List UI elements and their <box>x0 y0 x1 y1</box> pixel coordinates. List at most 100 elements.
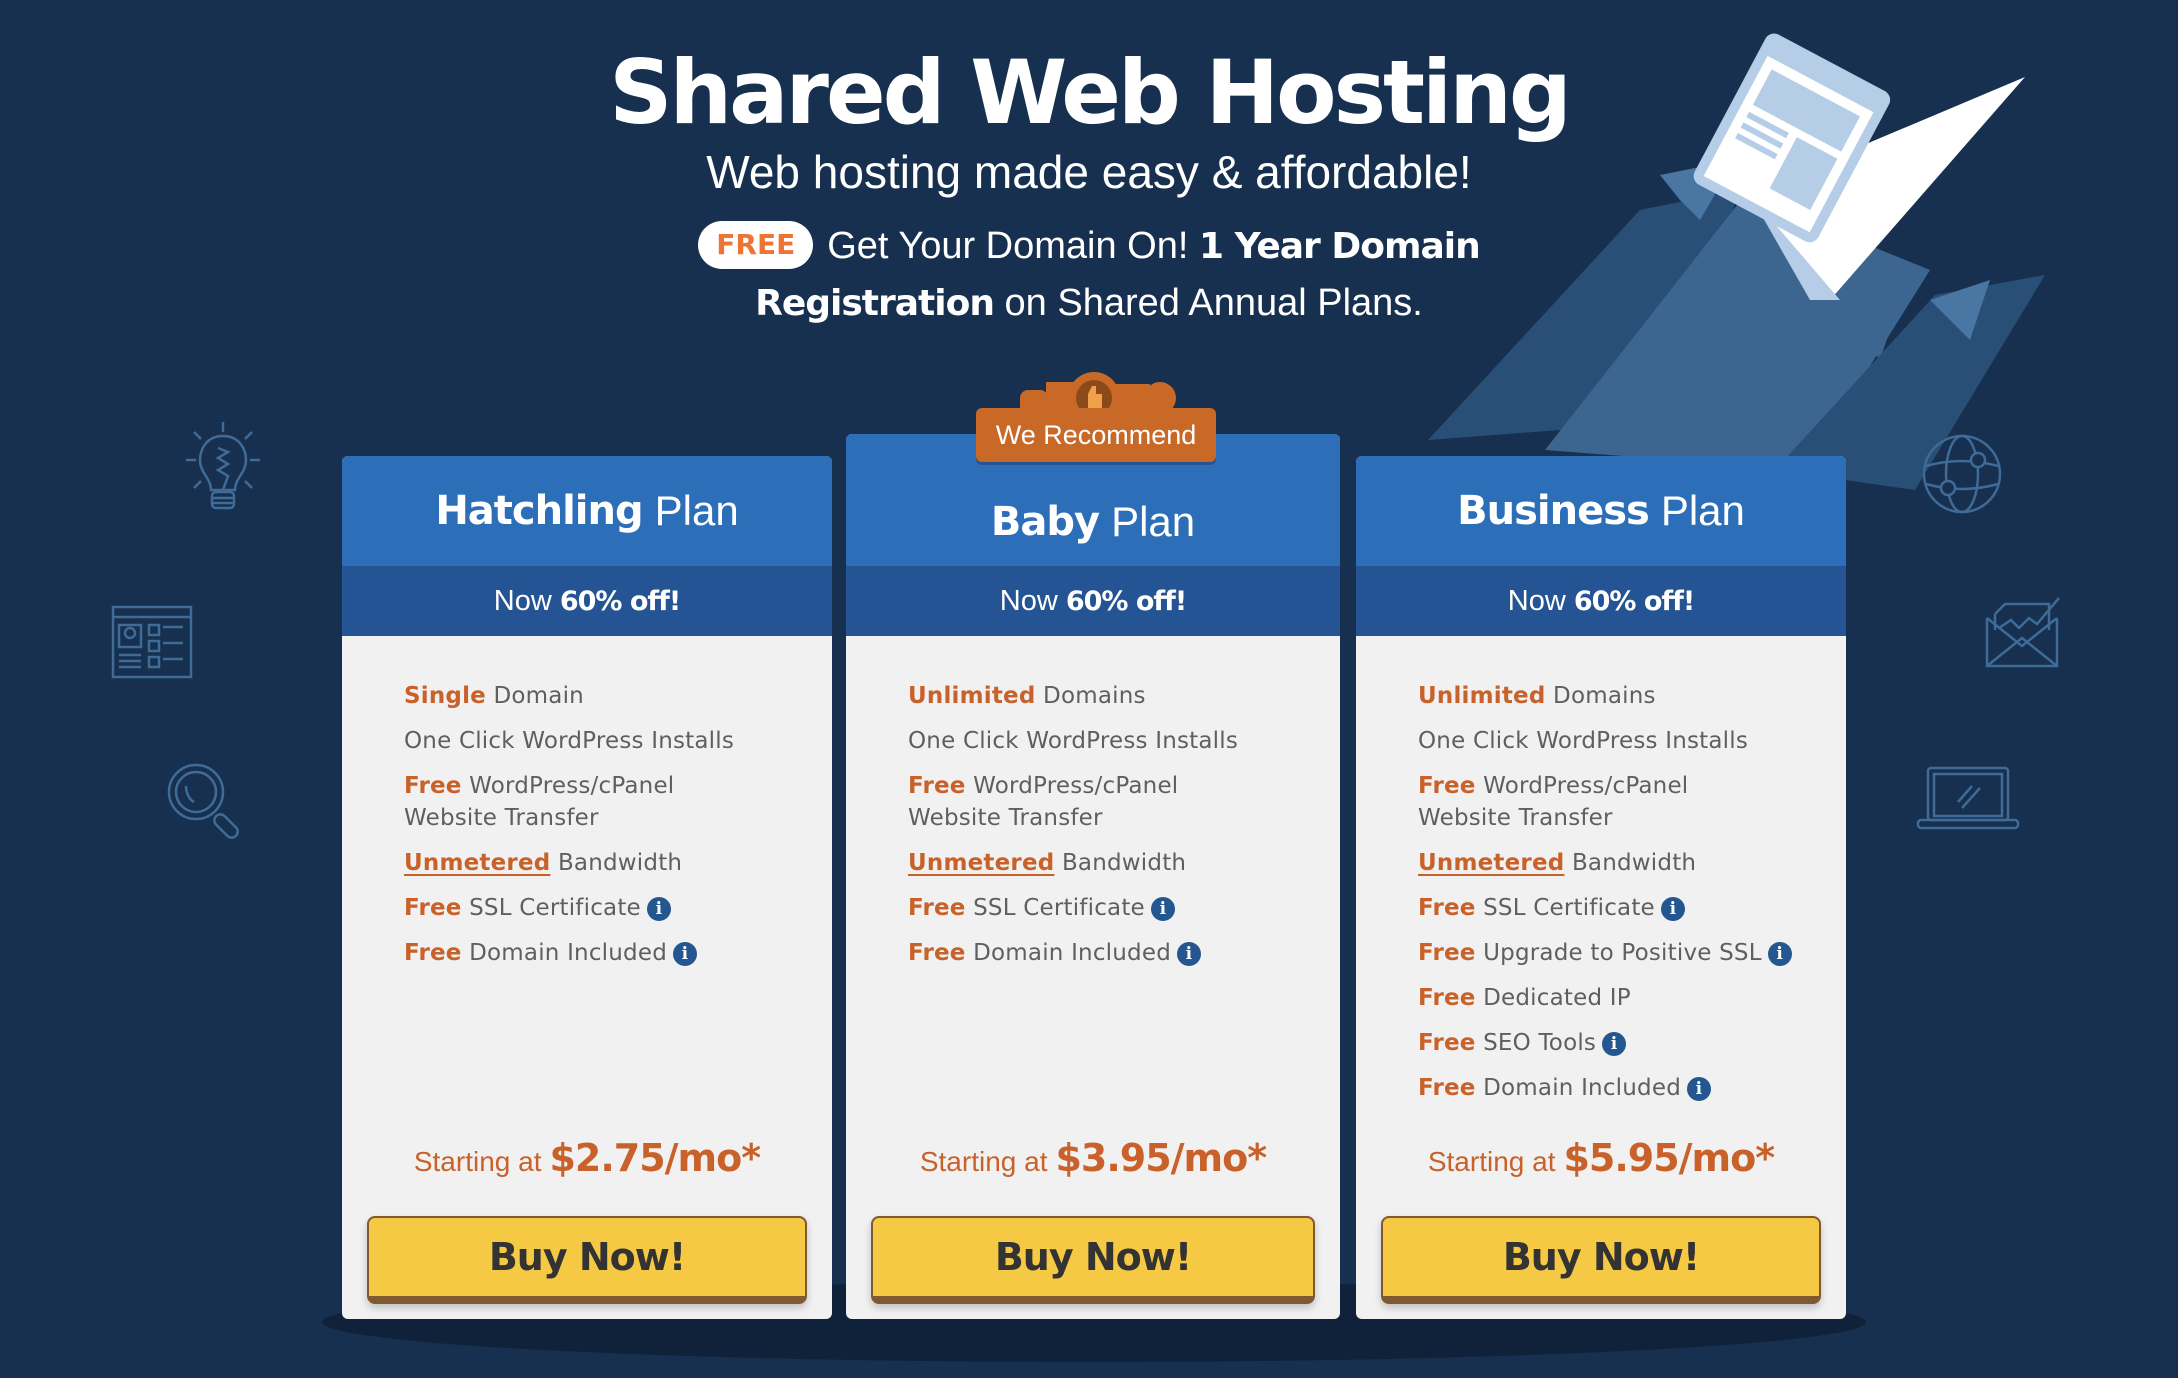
feature-item: Unlimited Domains <box>908 680 1320 712</box>
plan-name-bold: Hatchling <box>435 488 643 534</box>
feature-item: One Click WordPress Installs <box>1418 725 1826 757</box>
feature-text: Domains <box>1553 683 1656 709</box>
laptop-icon <box>1916 766 2020 830</box>
feature-item: Free Domain Included i <box>404 937 812 969</box>
buy-now-button-baby[interactable]: Buy Now! <box>871 1216 1315 1304</box>
globe-icon <box>1922 434 2002 514</box>
info-icon[interactable]: i <box>1177 941 1201 966</box>
envelope-chart-icon <box>1985 597 2060 668</box>
feature-highlight: Free <box>908 940 966 966</box>
feature-item: Free SEO Tools i <box>1418 1027 1826 1059</box>
feature-highlight: Free <box>1418 985 1476 1011</box>
feature-highlight: Free <box>404 895 462 921</box>
feature-text: Domain Included <box>469 940 667 966</box>
discount-value: 60% off! <box>559 586 681 617</box>
feature-text: Bandwidth <box>1061 850 1187 876</box>
feature-highlight: Free <box>1418 940 1476 966</box>
feature-text: Dedicated IP <box>1483 985 1631 1011</box>
feature-item: Unmetered Bandwidth <box>404 847 812 879</box>
price-prefix: Starting at <box>413 1146 542 1177</box>
discount-value: 60% off! <box>1065 586 1187 617</box>
info-icon[interactable]: i <box>1150 896 1175 921</box>
feature-item: Free SSL Certificate i <box>1418 892 1826 924</box>
feature-item: Free Dedicated IP <box>1418 982 1826 1014</box>
plan-name-bold: Baby <box>990 499 1100 545</box>
price-prefix: Starting at <box>1427 1146 1556 1177</box>
feature-highlight: Unlimited <box>908 683 1036 709</box>
plan-header: Business Plan <box>1356 456 1846 566</box>
info-icon[interactable]: i <box>1660 896 1685 921</box>
feature-item: Unlimited Domains <box>1418 680 1826 712</box>
feature-item: Free SSL Certificate i <box>908 892 1320 924</box>
plan-name-rest: Plan <box>654 487 739 534</box>
price-prefix: Starting at <box>919 1146 1048 1177</box>
we-recommend-badge: We Recommend <box>976 408 1216 462</box>
plan-discount: Now 60% off! <box>846 566 1340 636</box>
feature-item: Single Domain <box>404 680 812 712</box>
info-icon[interactable]: i <box>646 896 671 921</box>
plan-name-rest: Plan <box>1111 498 1196 545</box>
feature-item: Free Domain Included i <box>1418 1072 1826 1104</box>
feature-item: Free WordPress/cPanel Website Transfer <box>404 770 704 834</box>
feature-text: One Click WordPress Installs <box>908 728 1239 754</box>
info-icon[interactable]: i <box>1602 1031 1627 1056</box>
feature-highlight: Free <box>908 773 966 799</box>
feature-highlight: Single <box>404 683 486 709</box>
feature-highlight[interactable]: Unmetered <box>908 850 1054 876</box>
feature-item: Unmetered Bandwidth <box>908 847 1320 879</box>
feature-item: Free WordPress/cPanel Website Transfer <box>1418 770 1718 834</box>
promo-banner: FREE Get Your Domain On! 1 Year Domain Re… <box>0 218 2178 332</box>
plan-discount: Now 60% off! <box>342 566 832 636</box>
page-subtitle: Web hosting made easy & affordable! <box>706 146 1472 198</box>
feature-item: Free SSL Certificate i <box>404 892 812 924</box>
feature-highlight: Free <box>1418 1075 1476 1101</box>
feature-text: Upgrade to Positive SSL <box>1483 940 1762 966</box>
promo-text-after: on Shared Annual Plans. <box>1004 282 1423 324</box>
feature-text: Domains <box>1043 683 1146 709</box>
discount-value: 60% off! <box>1573 586 1695 617</box>
feature-text: Bandwidth <box>1571 850 1697 876</box>
feature-highlight: Free <box>1418 895 1476 921</box>
price-value: $3.95/mo* <box>1055 1136 1267 1180</box>
promo-bold-1: 1 Year Domain <box>1199 226 1481 267</box>
feature-list: Unlimited Domains One Click WordPress Ins… <box>908 680 1320 982</box>
page-title: Shared Web Hosting <box>609 41 1572 144</box>
promo-bold-2: Registration <box>755 283 995 324</box>
plan-header: Hatchling Plan <box>342 456 832 566</box>
free-badge: FREE <box>698 220 814 269</box>
info-icon[interactable]: i <box>673 941 697 966</box>
feature-highlight: Free <box>1418 1030 1476 1056</box>
plan-name-bold: Business <box>1457 488 1650 534</box>
plan-card-baby: Baby Plan Now 60% off! Unlimited Domains O… <box>846 434 1340 1319</box>
feature-item: Unmetered Bandwidth <box>1418 847 1826 879</box>
feature-item: Free Upgrade to Positive SSL i <box>1418 937 1826 969</box>
buy-now-button-business[interactable]: Buy Now! <box>1381 1216 1821 1304</box>
plan-price: Starting at $3.95/mo* <box>846 1136 1340 1180</box>
feature-text: SSL Certificate <box>973 895 1145 921</box>
plan-card-business: Business Plan Now 60% off! Unlimited Doma… <box>1356 456 1846 1319</box>
feature-highlight[interactable]: Unmetered <box>404 850 550 876</box>
feature-item: Free Domain Included i <box>908 937 1320 969</box>
discount-prefix: Now <box>493 585 552 617</box>
feature-highlight: Free <box>908 895 966 921</box>
discount-prefix: Now <box>1507 585 1566 617</box>
plan-card-hatchling: Hatchling Plan Now 60% off! Single Domain… <box>342 456 832 1319</box>
feature-text: Domain Included <box>973 940 1171 966</box>
buy-now-button-hatchling[interactable]: Buy Now! <box>367 1216 807 1304</box>
feature-text: One Click WordPress Installs <box>1418 728 1749 754</box>
plan-price: Starting at $2.75/mo* <box>342 1136 832 1180</box>
price-value: $2.75/mo* <box>549 1136 761 1180</box>
feature-text: SEO Tools <box>1483 1030 1597 1056</box>
info-icon[interactable]: i <box>1687 1076 1711 1101</box>
plan-price: Starting at $5.95/mo* <box>1356 1136 1846 1180</box>
feature-text: Domain <box>493 683 584 709</box>
feature-text: One Click WordPress Installs <box>404 728 735 754</box>
price-value: $5.95/mo* <box>1563 1136 1775 1180</box>
feature-highlight[interactable]: Unmetered <box>1418 850 1564 876</box>
info-icon[interactable]: i <box>1767 941 1792 966</box>
feature-item: One Click WordPress Installs <box>908 725 1320 757</box>
promo-text-before: Get Your Domain On! <box>827 225 1189 267</box>
magnifier-icon <box>167 763 239 839</box>
feature-list: Unlimited Domains One Click WordPress Ins… <box>1418 680 1826 1117</box>
feature-highlight: Free <box>404 940 462 966</box>
